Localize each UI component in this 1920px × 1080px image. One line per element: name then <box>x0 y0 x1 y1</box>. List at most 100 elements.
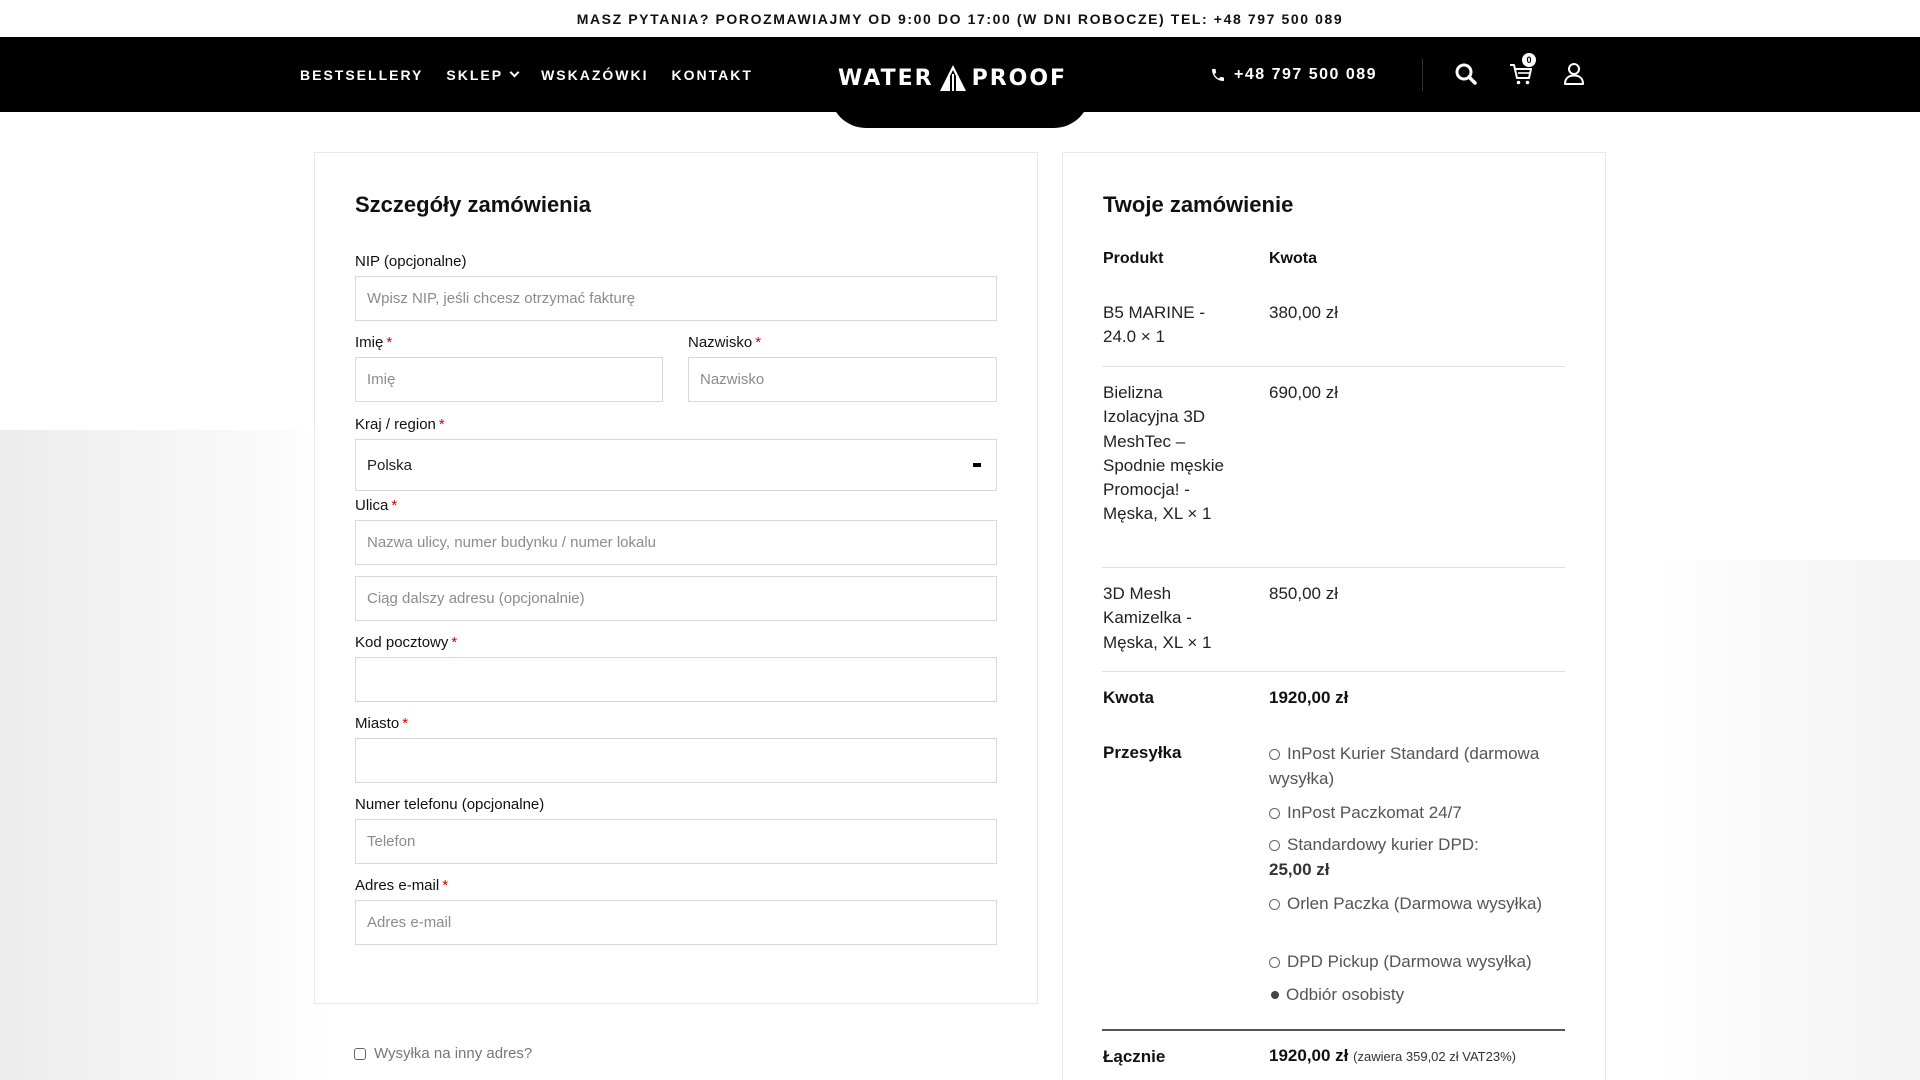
first-name-input[interactable] <box>355 357 663 402</box>
radio-button[interactable] <box>1269 957 1280 968</box>
order-item-price: 850,00 zł <box>1269 584 1338 603</box>
nip-label: NIP (opcjonalne) <box>355 253 466 270</box>
logo-mark-icon <box>939 65 966 91</box>
shipping-option-dpd-kurier[interactable]: Standardowy kurier DPD: 25,00 zł <box>1269 832 1569 882</box>
chevron-down-icon <box>509 67 520 78</box>
country-select[interactable]: Polska <box>355 439 997 491</box>
required-mark: * <box>402 715 409 732</box>
ship-different-checkbox[interactable] <box>354 1047 366 1060</box>
background-photo-right <box>1660 560 1920 1080</box>
label-text: Kod pocztowy <box>355 634 449 651</box>
country-label: Kraj / region * <box>355 416 445 433</box>
header-divider <box>1422 59 1423 91</box>
required-mark: * <box>391 497 398 514</box>
city-label: Miasto * <box>355 715 408 732</box>
email-label: Adres e-mail * <box>355 877 448 894</box>
logo-tab <box>830 92 1090 128</box>
nav-wskazowki[interactable]: WSKAZÓWKI <box>541 67 648 83</box>
last-name-input[interactable] <box>688 357 997 402</box>
required-mark: * <box>442 877 449 894</box>
shipping-option-dpd-pickup[interactable]: DPD Pickup (Darmowa wysyłka) <box>1269 949 1569 974</box>
column-header-product: Produkt <box>1103 250 1164 267</box>
dropdown-caret-icon <box>973 463 981 467</box>
shipping-option-label: DPD Pickup (Darmowa wysyłka) <box>1287 952 1532 971</box>
background-photo-left <box>0 430 330 1080</box>
street-label: Ulica * <box>355 497 397 514</box>
nav-label: KONTAKT <box>671 66 753 83</box>
row-divider <box>1102 671 1565 672</box>
phone-label: Numer telefonu (opcjonalne) <box>355 796 544 813</box>
user-icon[interactable] <box>1561 61 1587 87</box>
nav-kontakt[interactable]: KONTAKT <box>672 67 753 83</box>
waterproof-logo[interactable]: WATER PROOF <box>838 61 1082 95</box>
shipping-option-inpost-paczkomat[interactable]: InPost Paczkomat 24/7 <box>1269 800 1569 825</box>
last-name-label: Nazwisko * <box>688 334 761 351</box>
announcement-bar: MASZ PYTANIA? POROZMAWIAJMY OD 9:00 DO 1… <box>0 0 1920 37</box>
phone-number: +48 797 500 089 <box>1234 65 1378 83</box>
city-input[interactable] <box>355 738 997 783</box>
required-mark: * <box>451 634 458 651</box>
shipping-option-odbior-osobisty[interactable]: Odbiór osobisty <box>1269 982 1569 1007</box>
label-text: Ulica <box>355 497 389 514</box>
nav-bestsellery[interactable]: BESTSELLERY <box>300 67 423 83</box>
main-nav: BESTSELLERY SKLEP WSKAZÓWKI KONTAKT <box>300 37 753 112</box>
phone-icon <box>1212 68 1224 81</box>
ship-to-different-address[interactable]: Wysyłka na inny adres? <box>354 1045 532 1062</box>
header-phone-link[interactable]: +48 797 500 089 <box>1210 37 1377 112</box>
ship-different-label: Wysyłka na inny adres? <box>374 1045 533 1062</box>
radio-button[interactable] <box>1269 840 1280 851</box>
order-item-name: Bielizna Izolacyjna 3D MeshTec – Spodnie… <box>1103 383 1224 524</box>
total-divider <box>1102 1029 1565 1031</box>
total-value: 1920,00 zł <box>1269 1046 1349 1065</box>
cart-count-badge: 0 <box>1522 53 1536 67</box>
shipping-option-label: Standardowy kurier DPD: <box>1287 835 1479 854</box>
street2-input[interactable] <box>355 576 997 621</box>
total-value-row: 1920,00 zł (zawiera 359,02 zł VAT23%) <box>1269 1046 1516 1066</box>
postcode-label: Kod pocztowy * <box>355 634 457 651</box>
nav-label: SKLEP <box>446 66 504 83</box>
total-label: Łącznie <box>1103 1047 1166 1066</box>
postcode-input[interactable] <box>355 657 997 702</box>
subtotal-value: 1920,00 zł <box>1269 688 1349 707</box>
street-input[interactable] <box>355 520 997 565</box>
order-item-price: 690,00 zł <box>1269 383 1338 402</box>
nav-sklep[interactable]: SKLEP <box>446 66 520 83</box>
radio-button[interactable] <box>1269 899 1280 910</box>
nip-input[interactable] <box>355 276 997 321</box>
row-divider <box>1102 366 1565 367</box>
order-item-price: 380,00 zł <box>1269 303 1338 322</box>
label-text: Miasto <box>355 715 400 732</box>
column-header-amount: Kwota <box>1269 250 1317 267</box>
radio-button[interactable] <box>1269 808 1280 819</box>
billing-details-title: Szczegóły zamówienia <box>355 192 591 217</box>
label-text: Imię <box>355 334 384 351</box>
order-item-name: 3D Mesh Kamizelka - Męska, XL × 1 <box>1103 584 1212 652</box>
radio-button[interactable] <box>1269 749 1280 760</box>
required-mark: * <box>438 416 445 433</box>
logo-text-left: WATER <box>838 65 934 91</box>
label-text: Adres e-mail <box>355 877 440 894</box>
label-text: NIP (opcjonalne) <box>355 253 467 270</box>
shipping-option-label: Orlen Paczka (Darmowa wysyłka) <box>1287 894 1543 913</box>
vat-note: (zawiera 359,02 zł VAT23%) <box>1353 1049 1516 1064</box>
phone-input[interactable] <box>355 819 997 864</box>
required-mark: * <box>386 334 393 351</box>
required-mark: * <box>755 334 762 351</box>
search-icon[interactable] <box>1453 61 1479 87</box>
shipping-option-label: Odbiór osobisty <box>1286 985 1405 1004</box>
radio-button-selected[interactable] <box>1271 991 1279 999</box>
shipping-option-label: InPost Kurier Standard (darmowa wysyłka) <box>1269 744 1540 788</box>
email-input[interactable] <box>355 900 997 945</box>
label-text: Kraj / region <box>355 416 436 433</box>
shipping-option-inpost-kurier[interactable]: InPost Kurier Standard (darmowa wysyłka) <box>1269 741 1569 791</box>
row-divider <box>1102 567 1565 568</box>
first-name-label: Imię * <box>355 334 392 351</box>
announcement-text: MASZ PYTANIA? POROZMAWIAJMY OD 9:00 DO 1… <box>576 10 1344 27</box>
nav-label: WSKAZÓWKI <box>541 66 649 83</box>
country-value: Polska <box>367 456 413 474</box>
label-text: Numer telefonu (opcjonalne) <box>355 796 545 813</box>
nav-label: BESTSELLERY <box>300 66 424 83</box>
order-item-name: B5 MARINE - 24.0 × 1 <box>1103 303 1206 347</box>
shipping-option-orlen-paczka[interactable]: Orlen Paczka (Darmowa wysyłka) <box>1269 891 1569 916</box>
shipping-option-price: 25,00 zł <box>1269 860 1330 879</box>
